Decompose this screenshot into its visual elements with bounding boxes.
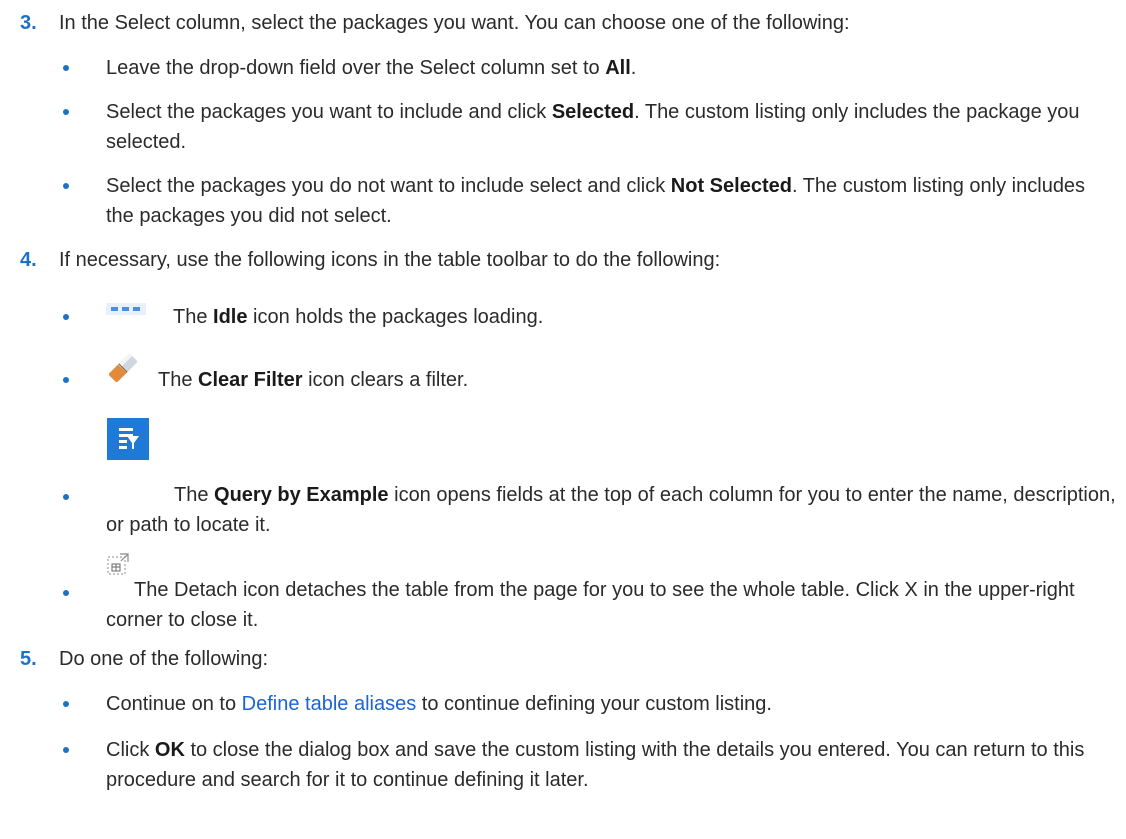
step-number: 3. xyxy=(20,12,37,34)
step-text: In the Select column, select the package… xyxy=(59,12,850,34)
bullet-dot xyxy=(63,314,69,320)
list-item-text: Select the packages you do not want to i… xyxy=(106,175,1086,227)
bullet-dot xyxy=(63,494,69,500)
detach-icon xyxy=(107,553,129,575)
bullet-dot xyxy=(63,109,69,115)
bullet-dot xyxy=(63,590,69,596)
list-item-text: Click OK to close the dialog box and sav… xyxy=(106,739,1085,791)
list-item-text: The Clear Filter icon clears a filter. xyxy=(158,369,469,391)
query-by-example-icon xyxy=(107,418,149,460)
step-number: 4. xyxy=(20,249,37,271)
list-item-text: Continue on to Define table aliases to c… xyxy=(106,693,772,715)
bullet-dot xyxy=(63,183,69,189)
list-item-text: The Query by Example icon opens fields a… xyxy=(106,484,1116,536)
document-page: 3. In the Select column, select the pack… xyxy=(0,0,1126,839)
step-number: 5. xyxy=(20,648,37,670)
step-text: Do one of the following: xyxy=(59,648,269,670)
bullet-dot xyxy=(63,701,69,707)
bullet-dot xyxy=(63,747,69,753)
list-item-text: The Detach icon detaches the table from … xyxy=(106,579,1075,631)
list-item-text: Select the packages you want to include … xyxy=(106,101,1080,153)
eraser-icon xyxy=(104,349,142,387)
define-table-aliases-link[interactable]: Define table aliases xyxy=(242,693,417,715)
bullet-dot xyxy=(63,65,69,71)
idle-icon xyxy=(106,294,146,315)
list-item-text: The Idle icon holds the packages loading… xyxy=(173,306,544,328)
list-item-text: Leave the drop-down field over the Selec… xyxy=(106,57,637,79)
bullet-dot xyxy=(63,377,69,383)
step-text: If necessary, use the following icons in… xyxy=(59,249,721,271)
